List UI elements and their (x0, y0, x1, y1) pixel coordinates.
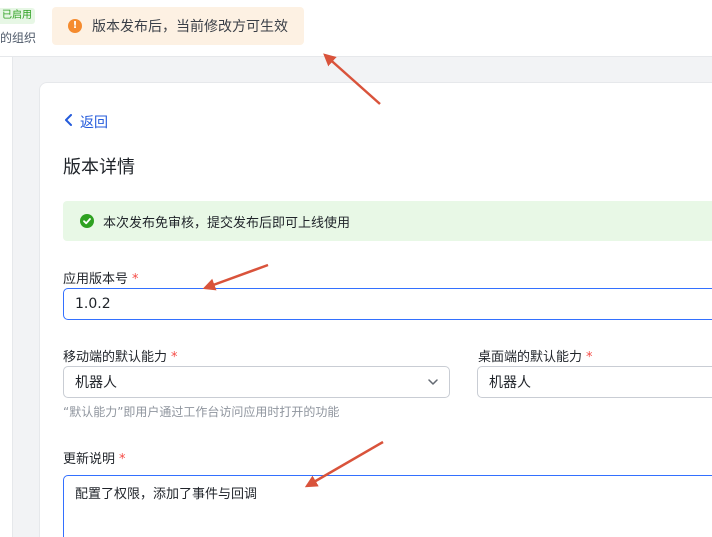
version-number-input[interactable]: 1.0.2 (63, 288, 712, 320)
page-title: 版本详情 (63, 157, 135, 178)
desktop-default-label: 桌面端的默认能力 * (478, 346, 593, 365)
enabled-status-badge: 已启用 (0, 8, 35, 24)
desktop-default-select[interactable]: 机器人 (477, 366, 712, 398)
mobile-default-select[interactable]: 机器人 (63, 366, 450, 398)
update-notes-value: 配置了权限，添加了事件与回调 (75, 487, 258, 502)
required-mark: * (171, 350, 178, 365)
required-mark: * (119, 452, 126, 467)
mobile-default-label-text: 移动端的默认能力 (63, 350, 168, 365)
top-header: 已启用 的组织 ! 版本发布后，当前修改方可生效 (0, 0, 712, 57)
warning-toast: ! 版本发布后，当前修改方可生效 (52, 7, 304, 45)
notice-message: 本次发布免审核，提交发布后即可上线使用 (103, 215, 351, 231)
required-mark: * (586, 350, 593, 365)
warning-circle-icon: ! (68, 19, 82, 33)
version-detail-card: 返回 版本详情 本次发布免审核，提交发布后即可上线使用 应用版本号 * 1.0.2… (39, 82, 712, 537)
version-number-value: 1.0.2 (75, 296, 111, 312)
chevron-down-icon (427, 376, 439, 392)
update-notes-label: 更新说明 * (63, 448, 126, 467)
check-circle-icon (80, 214, 94, 228)
version-label: 应用版本号 * (63, 268, 139, 287)
mobile-default-label: 移动端的默认能力 * (63, 346, 178, 365)
required-mark: * (132, 272, 139, 287)
back-link-label: 返回 (80, 115, 108, 131)
back-link[interactable]: 返回 (64, 112, 108, 132)
update-notes-textarea[interactable]: 配置了权限，添加了事件与回调 (63, 475, 712, 537)
organization-text: 的组织 (0, 31, 37, 45)
desktop-default-value: 机器人 (489, 375, 531, 391)
left-sidebar-edge (0, 57, 13, 537)
mobile-default-value: 机器人 (75, 375, 117, 391)
default-capability-hint: “默认能力”即用户通过工作台访问应用时打开的功能 (63, 405, 340, 419)
update-notes-label-text: 更新说明 (63, 452, 116, 467)
success-notice: 本次发布免审核，提交发布后即可上线使用 (63, 201, 712, 241)
toast-message: 版本发布后，当前修改方可生效 (92, 19, 288, 35)
version-label-text: 应用版本号 (63, 272, 129, 287)
desktop-default-label-text: 桌面端的默认能力 (478, 350, 583, 365)
chevron-left-icon (64, 114, 73, 130)
